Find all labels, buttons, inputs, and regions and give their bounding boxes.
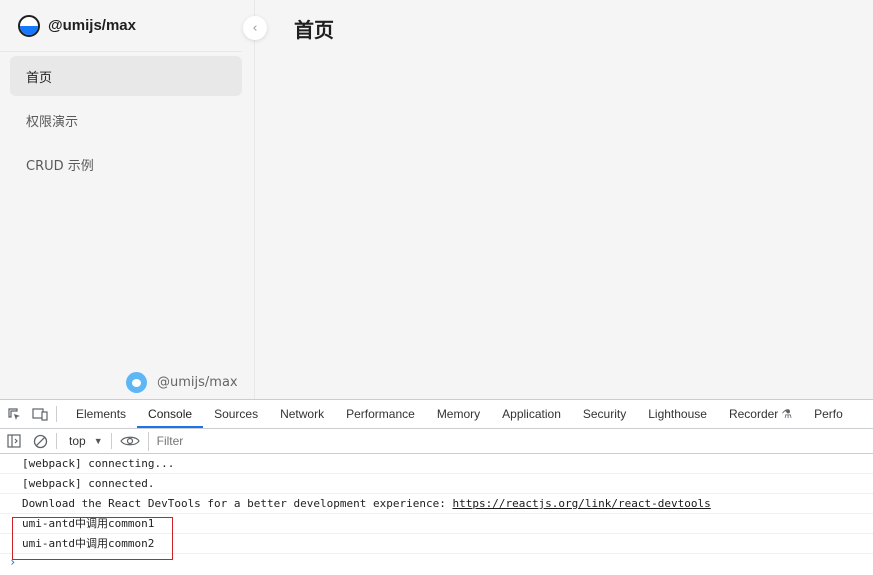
- sidebar-item-access[interactable]: 权限演示: [10, 100, 242, 140]
- context-label: top: [69, 434, 86, 448]
- console-toolbar: top ▼: [0, 429, 873, 454]
- tab-recorder[interactable]: Recorder ⚗: [718, 400, 803, 428]
- umi-mascot-icon: [126, 372, 147, 393]
- tab-lighthouse[interactable]: Lighthouse: [637, 400, 718, 428]
- console-filter-input[interactable]: [147, 431, 848, 451]
- tab-elements[interactable]: Elements: [65, 400, 137, 428]
- devtools-tabbar: Elements Console Sources Network Perform…: [0, 400, 873, 429]
- tab-performance[interactable]: Performance: [335, 400, 426, 428]
- eye-icon[interactable]: [119, 433, 140, 449]
- devtools-panel: Elements Console Sources Network Perform…: [0, 399, 873, 575]
- tab-security[interactable]: Security: [572, 400, 637, 428]
- sidebar-item-label: 首页: [26, 70, 53, 86]
- sidebar-item-label: 权限演示: [26, 114, 79, 130]
- sidebar: @umijs/max 首页 权限演示 CRUD 示例 @umijs/max: [0, 0, 255, 399]
- context-selector[interactable]: top ▼: [69, 434, 103, 448]
- chevron-left-icon: ‹: [252, 20, 258, 36]
- collapse-sidebar-button[interactable]: ‹: [243, 16, 267, 40]
- page-title: 首页: [294, 18, 334, 42]
- umi-logo-icon: [18, 14, 40, 37]
- brand[interactable]: @umijs/max: [0, 0, 242, 52]
- flask-icon: ⚗: [781, 407, 793, 421]
- main-content: 首页: [255, 0, 873, 399]
- toolbar-divider: [56, 406, 57, 422]
- tab-sources[interactable]: Sources: [203, 400, 269, 428]
- sidebar-toggle-icon[interactable]: [6, 433, 22, 449]
- footer-label: @umijs/max: [157, 375, 238, 390]
- react-devtools-link[interactable]: https://reactjs.org/link/react-devtools: [452, 497, 710, 510]
- console-line: Download the React DevTools for a better…: [0, 494, 873, 514]
- tab-application[interactable]: Application: [491, 400, 572, 428]
- device-toolbar-icon[interactable]: [32, 406, 48, 422]
- caret-down-icon: ▼: [93, 436, 103, 446]
- tab-network[interactable]: Network: [269, 400, 335, 428]
- sidebar-item-crud[interactable]: CRUD 示例: [10, 144, 242, 184]
- tab-console[interactable]: Console: [137, 400, 204, 428]
- tab-recorder-label: Recorder: [728, 407, 779, 421]
- highlight-annotation-box: [12, 517, 173, 560]
- tab-performance-insights[interactable]: Perfo: [803, 400, 854, 428]
- app-area: @umijs/max 首页 权限演示 CRUD 示例 @umijs/max ‹: [0, 0, 873, 399]
- console-message: Download the React DevTools for a better…: [22, 497, 453, 510]
- app-root: @umijs/max 首页 权限演示 CRUD 示例 @umijs/max ‹: [0, 0, 873, 575]
- inspect-element-icon[interactable]: [6, 406, 22, 422]
- toolbar-divider: [56, 433, 57, 449]
- console-line: [webpack] connected.: [0, 474, 873, 494]
- console-line: [webpack] connecting...: [0, 454, 873, 474]
- toolbar-divider: [110, 433, 112, 449]
- sidebar-footer: @umijs/max: [126, 372, 238, 393]
- sidebar-menu: 首页 权限演示 CRUD 示例: [0, 52, 254, 184]
- clear-console-icon[interactable]: [32, 433, 48, 449]
- tab-memory[interactable]: Memory: [426, 400, 491, 428]
- sidebar-item-home[interactable]: 首页: [10, 56, 242, 96]
- sidebar-item-label: CRUD 示例: [26, 158, 94, 174]
- brand-title: @umijs/max: [48, 17, 136, 34]
